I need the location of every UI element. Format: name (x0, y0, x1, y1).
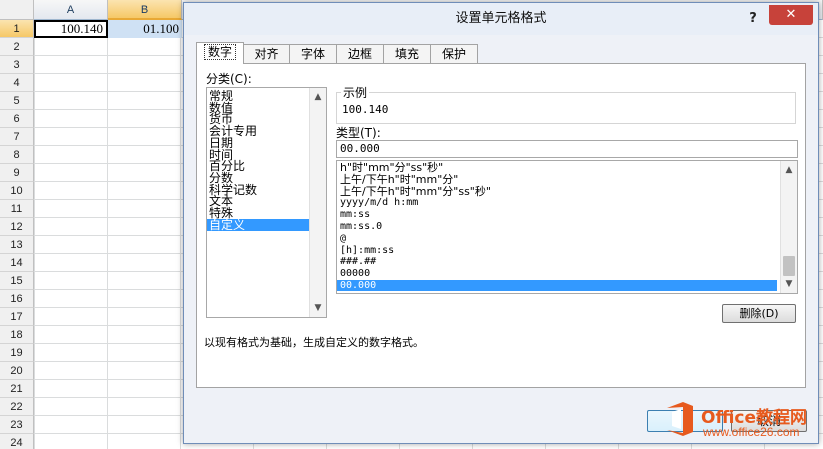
format-item[interactable]: h"时"mm"分"ss"秒" (337, 162, 777, 173)
sample-label: 示例 (341, 84, 370, 101)
category-item[interactable]: 日期 (207, 137, 311, 149)
row-header[interactable]: 12 (0, 218, 34, 236)
sample-group: 100.140 (336, 92, 796, 124)
category-label: 分类(C): (206, 72, 252, 86)
tab-border[interactable]: 边框 (336, 44, 384, 63)
tab-font[interactable]: 字体 (289, 44, 337, 63)
category-scrollbar[interactable]: ▲ ▼ (309, 88, 326, 317)
type-label: 类型(T): (336, 126, 381, 140)
row-header[interactable]: 5 (0, 92, 34, 110)
row-header[interactable]: 20 (0, 362, 34, 380)
delete-button[interactable]: 删除(D) (722, 304, 796, 323)
row-header[interactable]: 19 (0, 344, 34, 362)
row-header[interactable]: 16 (0, 290, 34, 308)
row-header[interactable]: 22 (0, 398, 34, 416)
tab-number-label: 数字 (203, 44, 236, 60)
format-item[interactable]: 上午/下午h"时"mm"分"ss"秒" (337, 186, 777, 197)
category-item[interactable]: 自定义 (207, 218, 311, 231)
row-header[interactable]: 7 (0, 128, 34, 146)
row-header[interactable]: 15 (0, 272, 34, 290)
category-list[interactable]: 常规 数值 货币 会计专用 日期 时间 百分比 分数 科学记数 文本 特殊 自定义 ▲ ▼ (206, 87, 327, 318)
format-item[interactable]: 上午/下午h"时"mm"分" (337, 174, 777, 185)
format-item[interactable]: ###.## (337, 256, 777, 267)
column-header-b[interactable]: B (108, 0, 182, 20)
row-header[interactable]: 18 (0, 326, 34, 344)
tab-number[interactable]: 数字 (196, 42, 244, 64)
scroll-up-icon[interactable]: ▲ (781, 162, 797, 178)
office-logo-icon (667, 402, 693, 436)
row-header[interactable]: 17 (0, 308, 34, 326)
row-header[interactable]: 6 (0, 110, 34, 128)
tab-protection[interactable]: 保护 (430, 44, 478, 63)
row-header[interactable]: 13 (0, 236, 34, 254)
help-icon[interactable]: ? (744, 10, 762, 28)
watermark: Office教程网 www.office26.com (663, 400, 823, 444)
dialog-titlebar[interactable]: 设置单元格格式 ? ✕ (184, 3, 818, 35)
scroll-down-icon[interactable]: ▼ (781, 276, 797, 292)
row-header[interactable]: 2 (0, 38, 34, 56)
row-header[interactable]: 11 (0, 200, 34, 218)
watermark-url: www.office26.com (703, 425, 800, 439)
row-header[interactable]: 21 (0, 380, 34, 398)
scroll-thumb[interactable] (783, 256, 795, 276)
cell-a1[interactable]: 100.140 (34, 20, 108, 38)
sample-value: 100.140 (342, 103, 389, 116)
dialog-title: 设置单元格格式 (455, 11, 547, 26)
row-header[interactable]: 24 (0, 434, 34, 449)
row-header[interactable]: 14 (0, 254, 34, 272)
format-scrollbar[interactable]: ▲ ▼ (780, 161, 797, 293)
row-header[interactable]: 23 (0, 416, 34, 434)
tab-fill[interactable]: 填充 (383, 44, 431, 63)
format-cells-dialog: 设置单元格格式 ? ✕ 数字 对齐 字体 边框 填充 保护 分类(C): 常规数… (183, 2, 819, 444)
row-header[interactable]: 10 (0, 182, 34, 200)
format-item[interactable]: yyyy/m/d h:mm (337, 197, 777, 208)
format-item[interactable]: [h]:mm:ss (337, 245, 777, 256)
row-header[interactable]: 8 (0, 146, 34, 164)
scroll-up-icon[interactable]: ▲ (310, 89, 326, 105)
format-item[interactable]: @ (337, 233, 777, 244)
select-all-corner[interactable] (0, 0, 34, 20)
column-header-a[interactable]: A (34, 0, 108, 20)
row-header[interactable]: 1 (0, 20, 34, 38)
format-item[interactable]: 00000 (337, 268, 777, 279)
row-header[interactable]: 4 (0, 74, 34, 92)
cell-b1[interactable]: 01.100 (108, 20, 182, 38)
scroll-down-icon[interactable]: ▼ (310, 300, 326, 316)
row-header[interactable]: 9 (0, 164, 34, 182)
format-list[interactable]: h"时"mm"分"ss"秒" 上午/下午h"时"mm"分" 上午/下午h"时"mm"… (336, 160, 798, 294)
tab-alignment[interactable]: 对齐 (243, 44, 290, 63)
format-item[interactable]: mm:ss (337, 209, 777, 220)
description-text: 以现有格式为基础，生成自定义的数字格式。 (204, 336, 424, 349)
row-header[interactable]: 3 (0, 56, 34, 74)
format-item[interactable]: 00.000 (337, 280, 777, 291)
type-input[interactable]: 00.000 (336, 140, 798, 158)
close-button[interactable]: ✕ (769, 5, 813, 25)
format-item[interactable]: mm:ss.0 (337, 221, 777, 232)
